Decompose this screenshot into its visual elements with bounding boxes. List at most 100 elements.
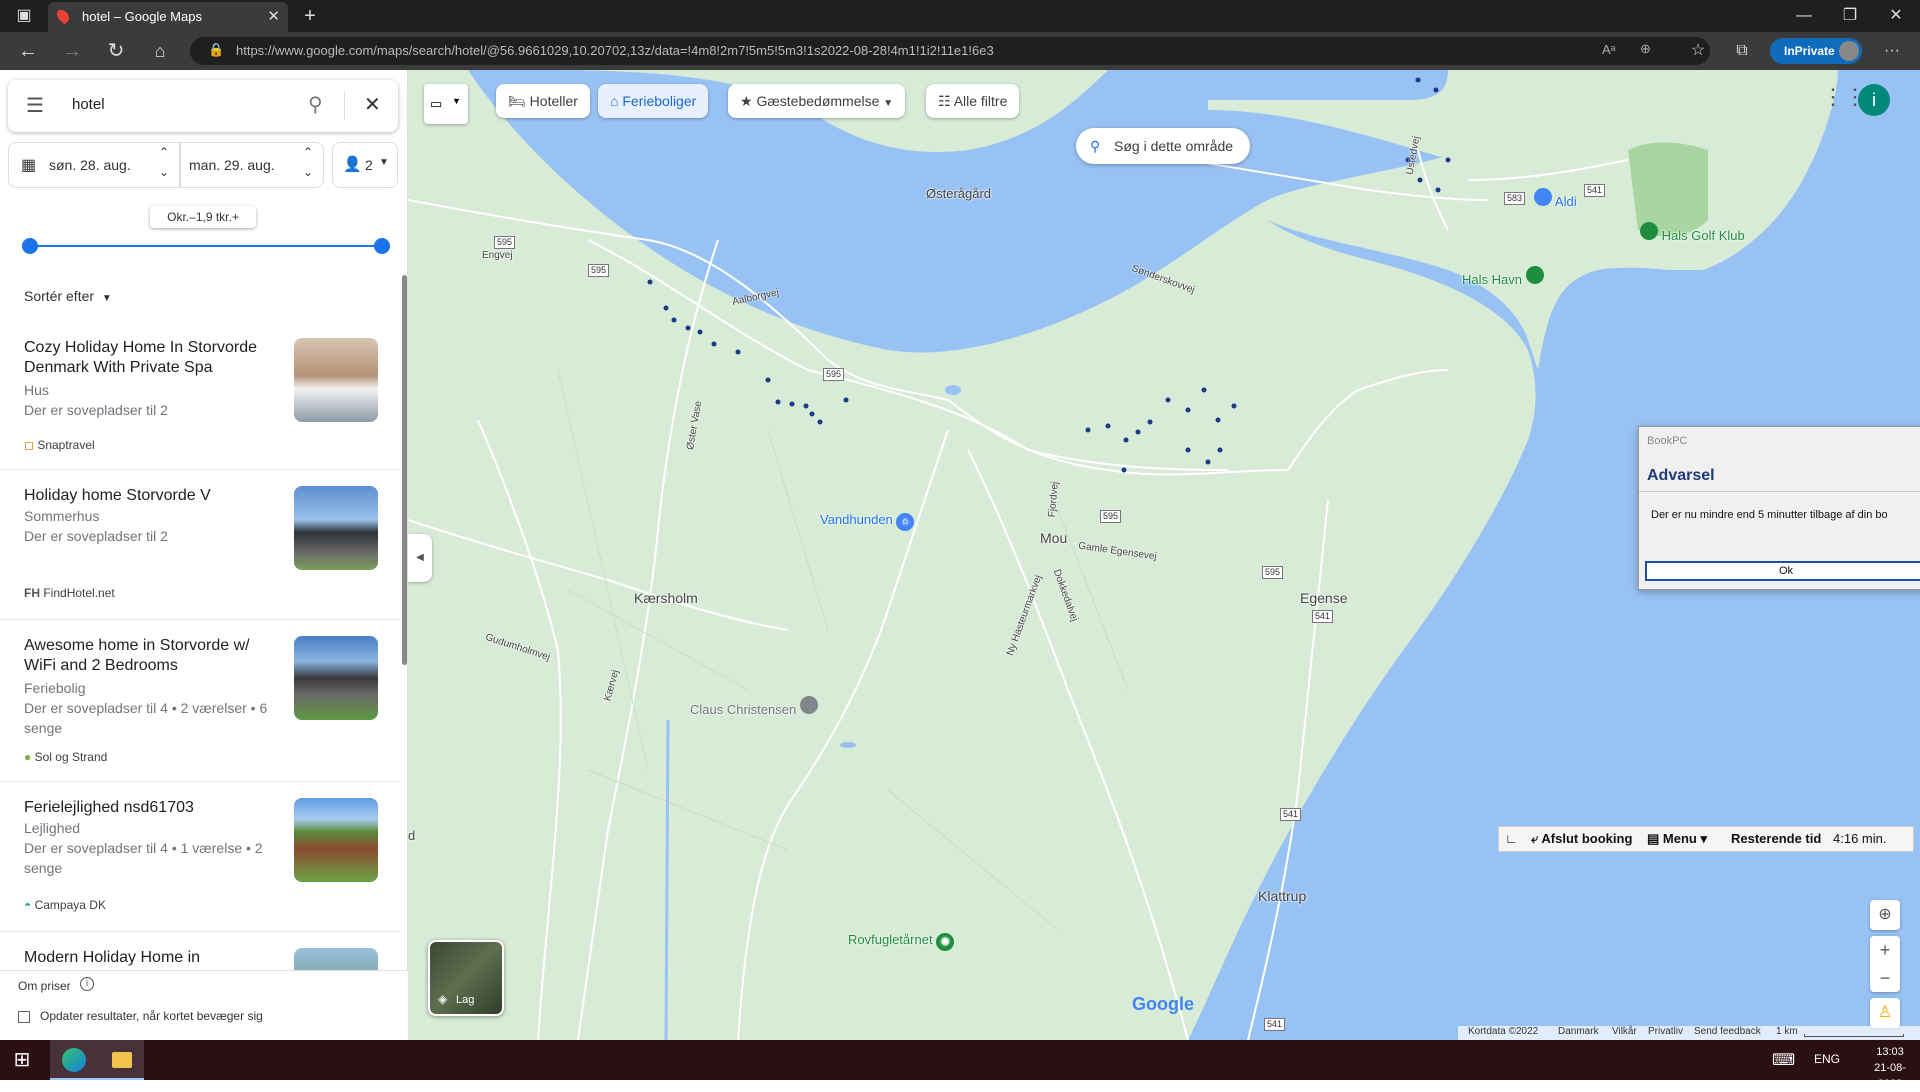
read-aloud-icon[interactable]: Aᵃ [1602, 42, 1616, 57]
file-explorer-taskbar-icon[interactable] [108, 1048, 136, 1072]
hotels-filter-chip[interactable]: 🛏 Hoteller [496, 84, 590, 118]
my-location-button[interactable]: ⊕ [1870, 900, 1900, 930]
send-feedback-link[interactable]: Send feedback [1694, 1026, 1761, 1037]
poi-vandhunden[interactable]: Vandhunden ⌂ [820, 512, 915, 531]
zoom-out-button[interactable]: − [1870, 964, 1900, 992]
result-title[interactable]: Modern Holiday Home in [24, 948, 274, 968]
result-photo[interactable] [294, 636, 378, 720]
om-priser-link[interactable]: Om priser [18, 979, 71, 993]
restore-icon[interactable]: ❐ [1832, 1, 1868, 31]
sort-caret-icon: ▼ [101, 293, 112, 304]
price-slider-max-handle[interactable] [374, 238, 390, 254]
result-photo[interactable] [294, 486, 378, 570]
hamburger-menu-icon[interactable]: ☰ [26, 93, 44, 118]
result-photo[interactable] [294, 798, 378, 882]
back-icon[interactable]: ← [10, 36, 46, 66]
poi-label: Rovfugletårnet [848, 932, 933, 947]
checkin-up-icon[interactable]: ⌃ [159, 145, 169, 159]
collapse-panel-button[interactable]: ◀ [408, 534, 432, 582]
guest-rating-chip[interactable]: ★ Gæstebedømmelse ▼ [728, 84, 906, 118]
new-tab-icon[interactable]: + [292, 1, 328, 31]
address-bar[interactable]: 🔒 https://www.google.com/maps/search/hot… [190, 37, 1710, 65]
street-engvej: Engvej [482, 250, 513, 261]
scale-label: 1 km [1776, 1026, 1798, 1037]
poi-claus-christensen[interactable]: Claus Christensen [690, 696, 818, 717]
favorites-icon[interactable]: ☆ [1680, 36, 1716, 66]
list-item[interactable]: Ferielejlighed nsd61703 Lejlighed Der er… [0, 782, 400, 932]
source-icon: ◻ [24, 438, 34, 452]
profile-avatar [1839, 41, 1859, 61]
checkout-up-icon[interactable]: ⌃ [303, 145, 313, 159]
pegman-icon[interactable]: ♙ [1870, 998, 1900, 1028]
dialog-ok-button[interactable]: Ok [1645, 561, 1920, 581]
keyboard-tray-icon[interactable]: ⌨ [1772, 1050, 1795, 1070]
road-number: 541 [1584, 184, 1606, 197]
browser-tab[interactable]: hotel – Google Maps ✕ [48, 2, 288, 32]
list-item[interactable]: Cozy Holiday Home In Storvorde Denmark W… [0, 320, 400, 470]
price-slider-min-handle[interactable] [22, 238, 38, 254]
edge-icon [62, 1048, 86, 1072]
extension-icon[interactable]: ⊕ [1640, 41, 1651, 57]
listing-dot [1215, 417, 1221, 423]
list-item[interactable]: Holiday home Storvorde V Sommerhus Der e… [0, 470, 400, 620]
search-this-area-button[interactable]: ⚲ Søg i dette område [1076, 128, 1250, 164]
result-title[interactable]: Cozy Holiday Home In Storvorde Denmark W… [24, 338, 274, 378]
result-title[interactable]: Ferielejlighed nsd61703 [24, 798, 274, 818]
poi-hals-havn[interactable]: Hals Havn [1462, 266, 1544, 287]
layers-button[interactable]: ◈ Lag [428, 940, 504, 1016]
home-icon[interactable]: ⌂ [142, 36, 178, 66]
checkout-date-field[interactable]: man. 29. aug. ⌃ ⌄ [180, 142, 324, 188]
update-results-checkbox[interactable] [18, 1011, 30, 1023]
checkin-down-icon[interactable]: ⌄ [159, 165, 169, 179]
maps-favicon-icon [54, 7, 72, 25]
country-link[interactable]: Danmark [1558, 1026, 1599, 1037]
list-item[interactable]: Awesome home in Storvorde w/ WiFi and 2 … [0, 620, 400, 782]
search-input[interactable]: hotel [72, 96, 105, 113]
result-desc: Der er sovepladser til 2 [24, 528, 168, 544]
window-close-icon[interactable]: ✕ [1878, 1, 1914, 31]
clear-search-icon[interactable]: ✕ [364, 92, 381, 117]
poi-hals-golf[interactable]: Hals Golf Klub [1640, 222, 1745, 243]
sort-dropdown[interactable]: Sortér efter ▼ [24, 288, 112, 304]
avatar-letter: i [1872, 90, 1876, 110]
inprivate-badge[interactable]: InPrivate [1770, 38, 1862, 64]
poi-label: Claus Christensen [690, 702, 797, 717]
layers-label: Lag [456, 994, 475, 1006]
source-icon: ◓ [24, 898, 32, 912]
collections-icon[interactable]: ⧉ [1724, 36, 1760, 66]
vacation-rentals-chip[interactable]: ⌂ Ferieboliger [598, 84, 709, 118]
results-scrollbar[interactable] [402, 275, 407, 665]
forward-icon[interactable]: → [54, 36, 90, 66]
finish-booking-button[interactable]: ⤶ Afslut booking [1531, 827, 1632, 851]
account-avatar[interactable]: i [1858, 84, 1890, 116]
checkin-date-field[interactable]: ▦ søn. 28. aug. ⌃ ⌄ [8, 142, 180, 188]
minimize-icon[interactable]: — [1786, 1, 1822, 31]
tab-actions-icon[interactable]: ▣ [6, 1, 42, 31]
result-title[interactable]: Holiday home Storvorde V [24, 486, 274, 506]
result-photo[interactable] [294, 338, 378, 422]
tab-close-icon[interactable]: ✕ [267, 7, 280, 25]
result-title[interactable]: Awesome home in Storvorde w/ WiFi and 2 … [24, 636, 274, 676]
language-indicator[interactable]: ENG [1814, 1052, 1840, 1066]
terms-link[interactable]: Vilkår [1612, 1026, 1637, 1037]
clock[interactable]: 13:03 21-08-2022 [1862, 1044, 1918, 1092]
harbor-poi-icon [1525, 266, 1544, 284]
menu-label: Menu [1662, 831, 1697, 846]
zoom-in-button[interactable]: + [1870, 936, 1900, 964]
dialog-app-name: BookPC [1647, 435, 1688, 447]
poi-aldi[interactable]: Aldi [1534, 188, 1577, 209]
checkout-down-icon[interactable]: ⌄ [303, 165, 313, 179]
price-tooltip: Okr.–1,9 tkr.+ [150, 206, 256, 228]
poi-rovfugletaarnet[interactable]: Rovfugletårnet ◉ [848, 932, 955, 951]
guests-selector[interactable]: 👤 2 ▼ [332, 142, 398, 188]
listing-dot [1201, 387, 1207, 393]
start-button[interactable]: ⊞ [10, 1048, 34, 1072]
info-icon[interactable]: i [80, 977, 94, 991]
search-icon[interactable]: ⚲ [308, 92, 323, 117]
privacy-link[interactable]: Privatliv [1648, 1026, 1683, 1037]
keyboard-layer-toggle[interactable]: ▭ ▼ [424, 84, 468, 124]
more-menu-icon[interactable]: ··· [1874, 36, 1910, 66]
refresh-icon[interactable]: ↻ [98, 36, 134, 66]
menu-button[interactable]: ▤ Menu ▾ [1647, 827, 1707, 851]
all-filters-chip[interactable]: ☷ Alle filtre [926, 84, 1020, 118]
